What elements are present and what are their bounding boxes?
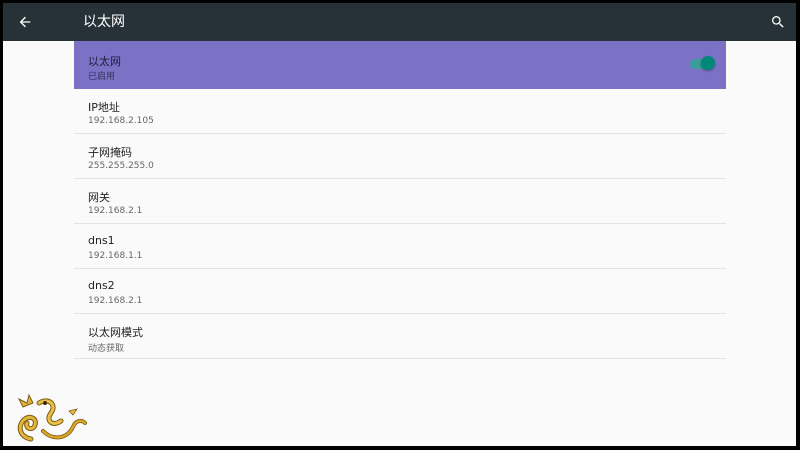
setting-row-dns2[interactable]: dns2 192.168.2.1 (74, 269, 726, 314)
setting-value: 动态获取 (88, 344, 125, 354)
dragon-logo-icon (17, 393, 87, 442)
ethernet-switch[interactable] (690, 56, 715, 70)
setting-row-ethernet-mode[interactable]: 以太网模式 动态获取 (74, 314, 726, 359)
ethernet-status: 已启用 (88, 72, 116, 82)
arrow-back-icon (19, 16, 31, 28)
setting-value: 192.168.2.1 (88, 296, 143, 306)
page-title: 以太网 (83, 14, 125, 30)
setting-label: dns1 (88, 234, 115, 247)
toolbar: 以太网 (3, 3, 796, 41)
setting-value: 192.168.2.1 (88, 206, 143, 216)
switch-thumb (701, 56, 715, 70)
ethernet-label: 以太网 (88, 55, 121, 68)
setting-label: 子网掩码 (88, 146, 132, 159)
setting-row-ip-address[interactable]: IP地址 192.168.2.105 (74, 89, 726, 134)
ethernet-toggle-row[interactable]: 以太网 已启用 (74, 41, 726, 89)
back-button[interactable] (13, 10, 37, 34)
setting-label: 以太网模式 (88, 326, 143, 339)
setting-label: 网关 (88, 191, 110, 204)
search-icon (772, 16, 784, 28)
setting-value: 255.255.255.0 (88, 161, 154, 171)
setting-row-subnet-mask[interactable]: 子网掩码 255.255.255.0 (74, 134, 726, 179)
ethernet-settings-screen: 以太网 以太网 已启用 IP地址 192.168.2.105 子网掩码 255.… (3, 3, 796, 446)
setting-row-dns1[interactable]: dns1 192.168.1.1 (74, 224, 726, 269)
setting-label: IP地址 (88, 101, 120, 114)
setting-value: 192.168.2.105 (88, 116, 154, 126)
settings-list: 以太网 已启用 IP地址 192.168.2.105 子网掩码 255.255.… (74, 41, 726, 359)
search-button[interactable] (766, 10, 790, 34)
setting-value: 192.168.1.1 (88, 251, 143, 261)
setting-label: dns2 (88, 279, 115, 292)
setting-row-gateway[interactable]: 网关 192.168.2.1 (74, 179, 726, 224)
